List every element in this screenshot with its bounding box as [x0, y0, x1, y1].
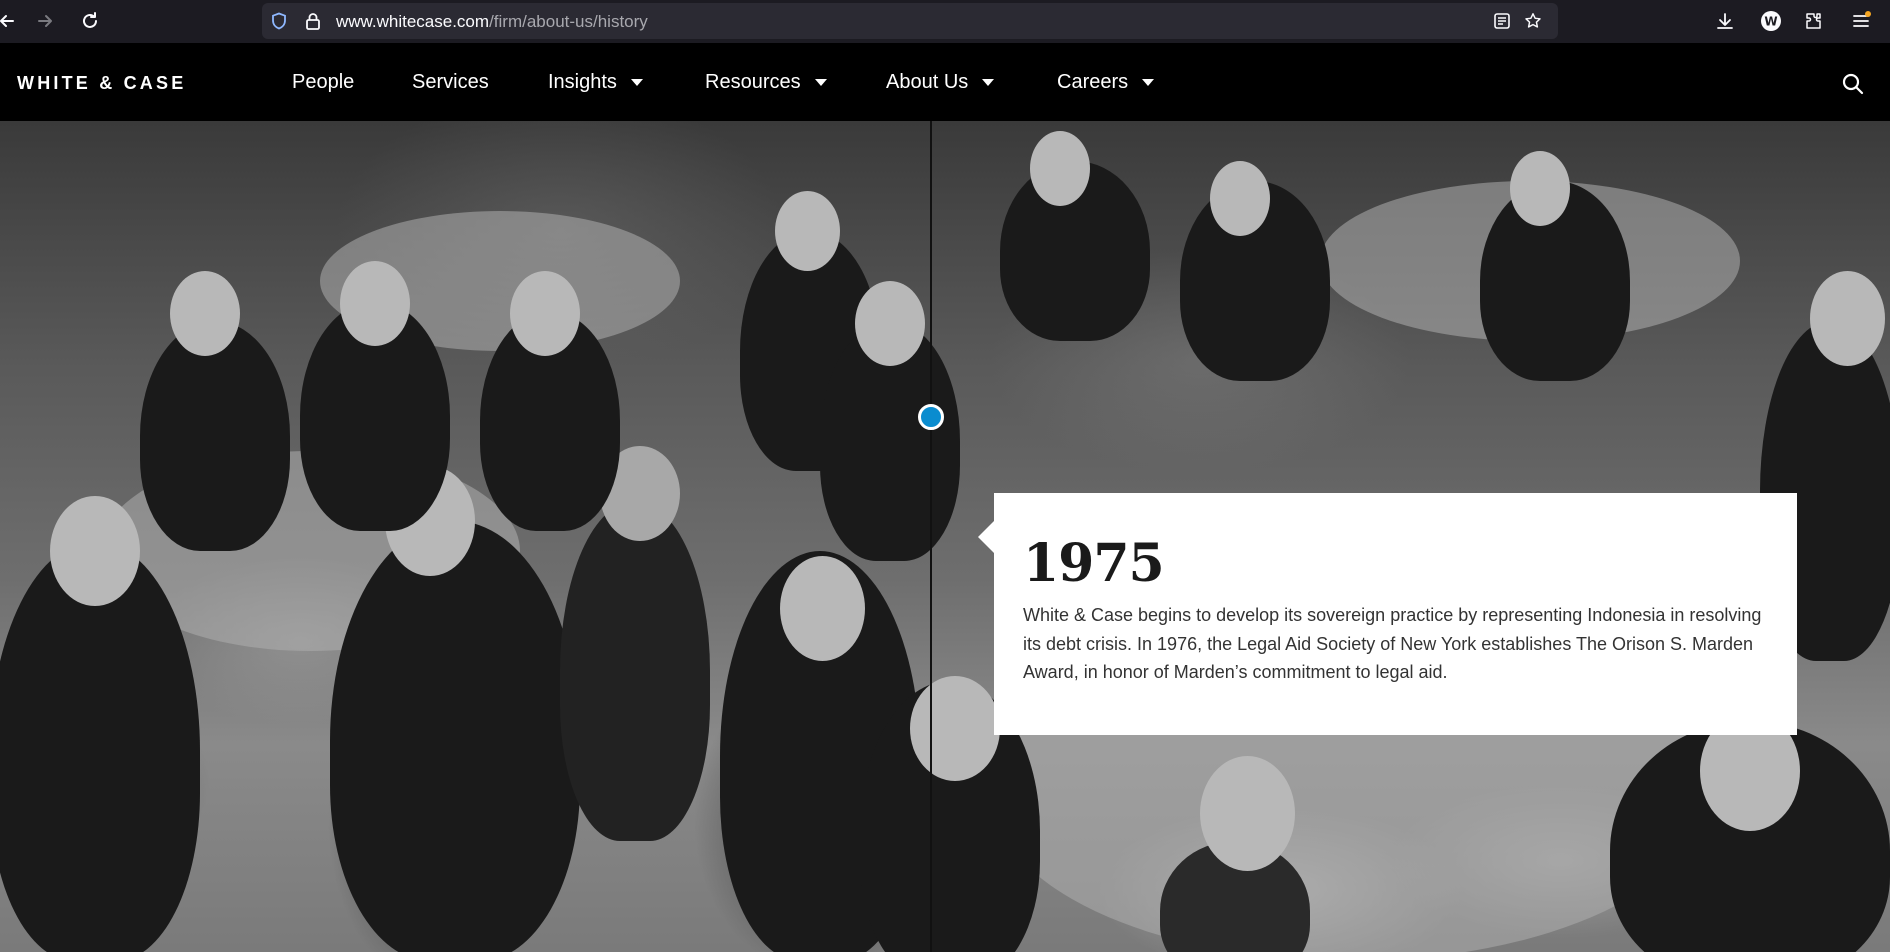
- url-text[interactable]: www.whitecase.com/firm/about-us/history: [336, 12, 648, 32]
- extensions-icon[interactable]: [1803, 10, 1825, 32]
- guest-face: [1810, 271, 1885, 366]
- nav-resources[interactable]: Resources: [705, 71, 827, 94]
- guest-figure: [560, 501, 710, 841]
- guest-face: [910, 676, 1000, 781]
- back-icon[interactable]: [0, 8, 20, 34]
- nav-careers[interactable]: Careers: [1057, 71, 1155, 94]
- chevron-down-icon: [630, 79, 643, 86]
- reader-view-icon[interactable]: [1493, 12, 1511, 30]
- timeline-description: White & Case begins to develop its sover…: [1023, 605, 1762, 682]
- nav-insights[interactable]: Insights: [548, 71, 643, 94]
- reload-icon[interactable]: [77, 8, 103, 34]
- site-logo[interactable]: WHITE & CASE: [17, 73, 186, 94]
- nav-about-us[interactable]: About Us: [886, 71, 995, 94]
- nav-insights-label: Insights: [548, 71, 617, 93]
- timeline-callout-card: 1975 White & Case begins to develop its …: [994, 493, 1797, 735]
- address-bar[interactable]: www.whitecase.com/firm/about-us/history: [262, 3, 1558, 39]
- nav-people[interactable]: People: [292, 71, 354, 94]
- callout-pointer: [978, 521, 994, 553]
- guest-face: [1030, 131, 1090, 206]
- guest-face: [780, 556, 865, 661]
- nav-services[interactable]: Services: [412, 71, 489, 94]
- app-menu-icon[interactable]: [1850, 10, 1872, 32]
- nav-services-label: Services: [412, 71, 489, 93]
- chevron-down-icon: [982, 79, 995, 86]
- chevron-down-icon: [814, 79, 827, 86]
- guest-face: [855, 281, 925, 366]
- nav-people-label: People: [292, 71, 355, 93]
- guest-face: [1200, 756, 1295, 871]
- timeline-line: [930, 121, 932, 952]
- guest-figure: [140, 321, 290, 551]
- nav-careers-label: Careers: [1057, 71, 1129, 93]
- url-host: www.whitecase.com: [336, 12, 490, 31]
- download-icon[interactable]: [1714, 10, 1736, 32]
- svg-text:W: W: [1764, 15, 1777, 29]
- guest-face: [170, 271, 240, 356]
- timeline-year: 1975: [1023, 533, 1165, 594]
- guest-face: [775, 191, 840, 271]
- guest-face: [1210, 161, 1270, 236]
- guest-face: [50, 496, 140, 606]
- history-hero-photo: 1975 White & Case begins to develop its …: [0, 121, 1890, 952]
- account-avatar-icon[interactable]: W: [1760, 10, 1782, 32]
- guest-figure: [330, 521, 580, 952]
- forward-icon[interactable]: [32, 8, 58, 34]
- guest-face: [1510, 151, 1570, 226]
- site-header: WHITE & CASE People Services Insights Re…: [0, 43, 1890, 121]
- url-path: /firm/about-us/history: [489, 12, 648, 31]
- nav-resources-label: Resources: [705, 71, 801, 93]
- bookmark-star-icon[interactable]: [1524, 12, 1542, 30]
- search-icon[interactable]: [1841, 72, 1865, 96]
- timeline-marker-dot[interactable]: [918, 404, 944, 430]
- chevron-down-icon: [1142, 79, 1155, 86]
- guest-face: [510, 271, 580, 356]
- lock-icon[interactable]: [304, 12, 322, 30]
- nav-about-us-label: About Us: [886, 71, 969, 93]
- browser-toolbar: www.whitecase.com/firm/about-us/history …: [0, 0, 1890, 43]
- shield-icon[interactable]: [270, 12, 288, 30]
- guest-face: [340, 261, 410, 346]
